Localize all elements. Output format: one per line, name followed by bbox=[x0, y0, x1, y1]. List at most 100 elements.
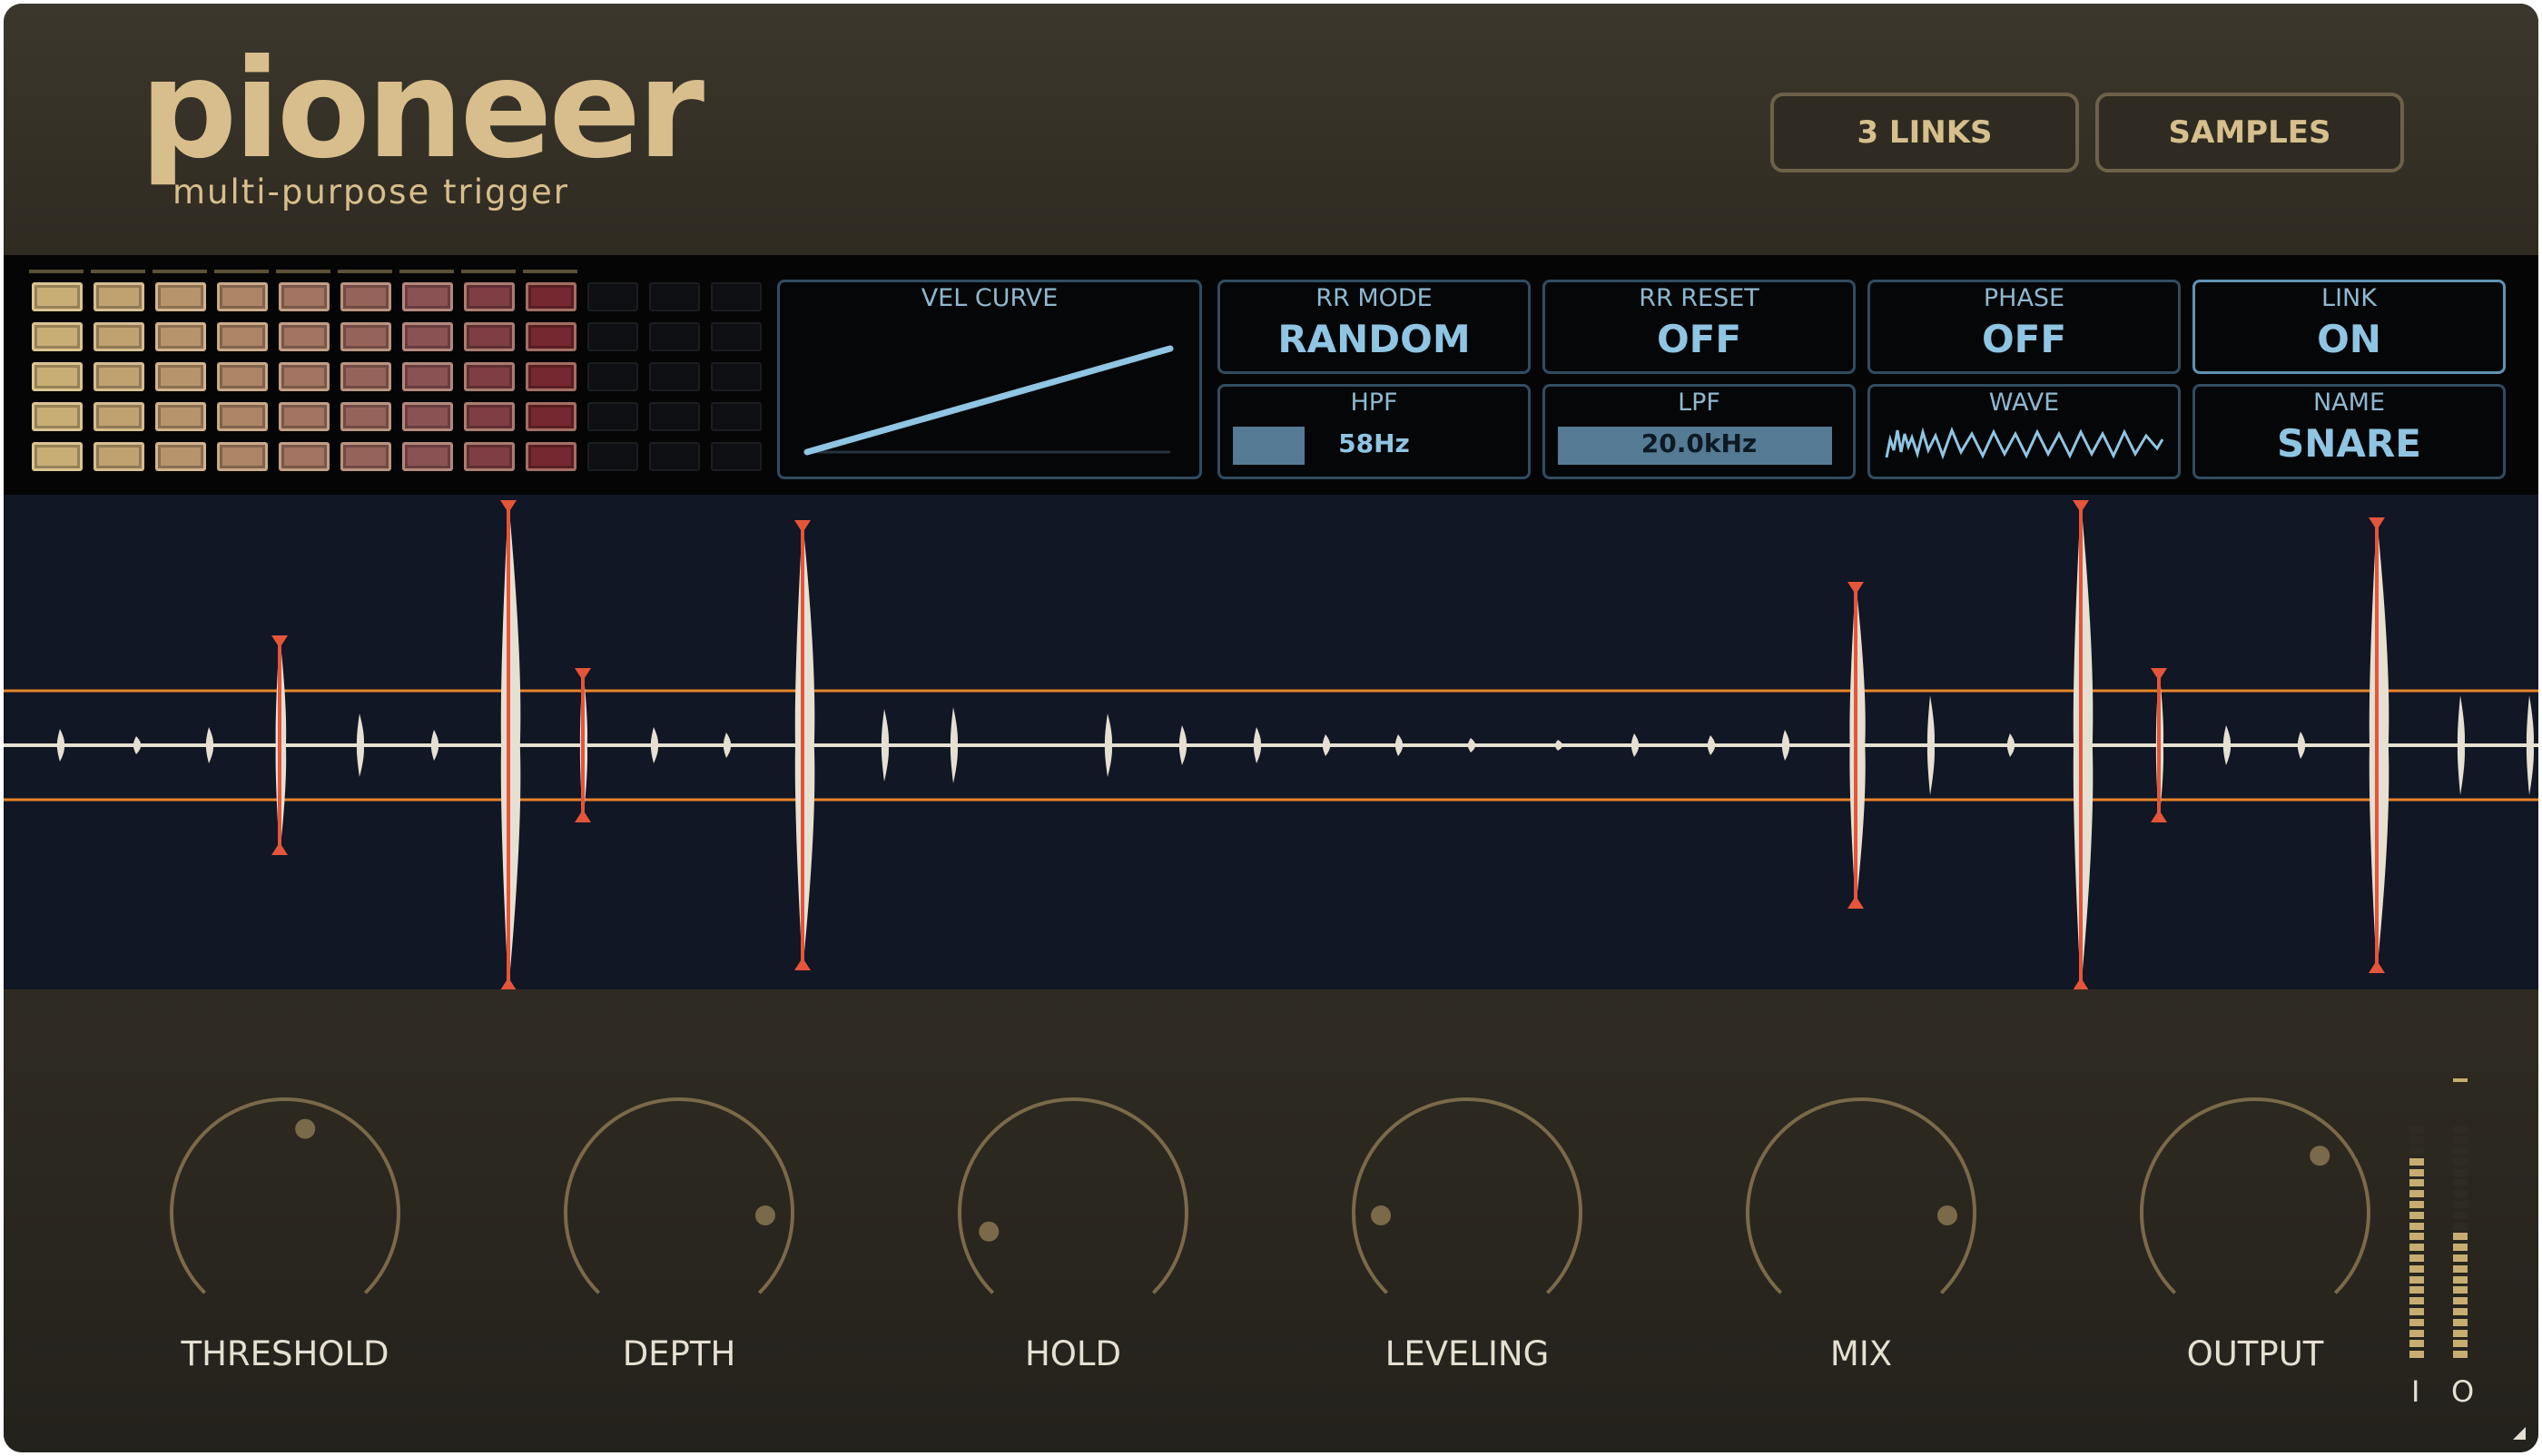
control-strip: VEL CURVE RR MODE RANDOM RR RESET OFF PH… bbox=[4, 255, 2538, 495]
velocity-pad bbox=[155, 322, 206, 351]
trigger-marker-bottom bbox=[500, 978, 517, 989]
mix-knob[interactable] bbox=[1734, 1086, 1988, 1340]
logo-tagline: multi-purpose trigger bbox=[172, 172, 569, 212]
wave-panel[interactable]: WAVE bbox=[1867, 384, 2181, 479]
waveform-transient bbox=[1394, 734, 1403, 756]
rr-mode-panel[interactable]: RR MODE RANDOM bbox=[1217, 280, 1531, 374]
vel-curve-panel[interactable]: VEL CURVE bbox=[777, 280, 1202, 479]
meter-segment bbox=[2453, 1340, 2468, 1348]
velocity-pad bbox=[402, 322, 453, 351]
velocity-pad bbox=[279, 282, 330, 311]
meter-segment bbox=[2453, 1211, 2468, 1219]
velocity-pad bbox=[94, 282, 144, 311]
trigger-marker-top bbox=[2369, 517, 2385, 530]
trigger-marker-top bbox=[1847, 582, 1864, 595]
velocity-pad bbox=[340, 322, 391, 351]
input-meter-label: I bbox=[2411, 1374, 2420, 1409]
hold-knob[interactable] bbox=[946, 1086, 1200, 1340]
header: pioneer multi-purpose trigger 3 LINKS SA… bbox=[4, 4, 2538, 255]
plugin-window: pioneer multi-purpose trigger 3 LINKS SA… bbox=[4, 4, 2538, 1452]
waveform-transient bbox=[881, 709, 889, 782]
meter-segment bbox=[2409, 1147, 2424, 1155]
pad-column-tick bbox=[29, 270, 84, 273]
waveform-transient bbox=[2297, 732, 2305, 759]
velocity-pad bbox=[217, 442, 268, 471]
leveling-knob[interactable] bbox=[1340, 1086, 1594, 1340]
input-meter bbox=[2409, 1126, 2424, 1362]
trigger-marker-bottom bbox=[2369, 960, 2385, 973]
knob-ring bbox=[1746, 1097, 1976, 1294]
velocity-pad bbox=[464, 282, 515, 311]
knob-indicator bbox=[1936, 1205, 1957, 1225]
meter-segment bbox=[2453, 1233, 2468, 1241]
waveform-transient bbox=[2369, 517, 2389, 973]
resize-grip-icon[interactable] bbox=[2513, 1427, 2526, 1440]
waveform-canvas bbox=[4, 500, 2538, 989]
meter-segment bbox=[2409, 1190, 2424, 1198]
waveform-transient bbox=[2222, 725, 2231, 765]
rr-reset-panel[interactable]: RR RESET OFF bbox=[1542, 280, 1856, 374]
meter-segment bbox=[2453, 1222, 2468, 1230]
pad-column-tick bbox=[153, 270, 207, 273]
waveform-transient bbox=[1322, 734, 1330, 756]
velocity-pad bbox=[155, 442, 206, 471]
threshold-knob[interactable] bbox=[158, 1086, 412, 1340]
knob-ring bbox=[170, 1097, 400, 1294]
pad-column-tick bbox=[399, 270, 454, 273]
meter-segment bbox=[2453, 1264, 2468, 1273]
name-value: SNARE bbox=[2277, 421, 2421, 466]
waveform-transient bbox=[723, 733, 731, 758]
meter-segment bbox=[2453, 1147, 2468, 1155]
meter-segment bbox=[2409, 1264, 2424, 1273]
rr-reset-value: OFF bbox=[1656, 317, 1742, 361]
velocity-pad bbox=[94, 322, 144, 351]
meter-segment bbox=[2409, 1340, 2424, 1348]
meter-segment bbox=[2409, 1211, 2424, 1219]
trigger-marker-top bbox=[2151, 668, 2167, 681]
meter-segment bbox=[2453, 1318, 2468, 1326]
meter-segment bbox=[2453, 1126, 2468, 1134]
waveform-transient bbox=[2073, 500, 2094, 989]
lpf-panel[interactable]: LPF 20.0kHz bbox=[1542, 384, 1856, 479]
trigger-marker-top bbox=[271, 635, 288, 648]
meter-segment bbox=[2453, 1201, 2468, 1208]
meter-segment bbox=[2409, 1275, 2424, 1284]
meter-segment bbox=[2409, 1254, 2424, 1262]
waveform-transient bbox=[2006, 733, 2015, 757]
hpf-panel[interactable]: HPF 58Hz bbox=[1217, 384, 1531, 479]
waveform-transient bbox=[1178, 725, 1187, 765]
knob-section: THRESHOLD DEPTH HOLD LEVELING MIX OUTPUT I O bbox=[4, 989, 2538, 1452]
pad-column-tick bbox=[523, 270, 577, 273]
phase-panel[interactable]: PHASE OFF bbox=[1867, 280, 2181, 374]
velocity-pad bbox=[464, 322, 515, 351]
output-meter-label: O bbox=[2451, 1374, 2475, 1409]
trigger-marker-bottom bbox=[794, 958, 811, 970]
depth-knob[interactable] bbox=[552, 1086, 806, 1340]
waveform-display[interactable] bbox=[4, 495, 2538, 989]
name-panel[interactable]: NAME SNARE bbox=[2192, 384, 2506, 479]
velocity-pad bbox=[340, 442, 391, 471]
waveform-transient bbox=[205, 727, 213, 763]
trigger-marker-bottom bbox=[2073, 978, 2089, 989]
velocity-pad bbox=[526, 322, 576, 351]
meter-segment bbox=[2453, 1275, 2468, 1284]
waveform-transient bbox=[56, 729, 64, 762]
waveform-transient bbox=[1849, 582, 1866, 909]
meter-segment bbox=[2409, 1286, 2424, 1294]
output-knob[interactable] bbox=[2128, 1086, 2382, 1340]
link-panel[interactable]: LINK ON bbox=[2192, 280, 2506, 374]
pad-column-tick bbox=[214, 270, 269, 273]
knob-indicator bbox=[754, 1205, 775, 1225]
vel-curve-graph bbox=[803, 345, 1174, 456]
velocity-pad bbox=[711, 282, 762, 311]
knob-label: DEPTH bbox=[622, 1334, 736, 1373]
samples-button[interactable]: SAMPLES bbox=[2095, 93, 2404, 172]
trigger-marker-bottom bbox=[575, 810, 591, 822]
velocity-pad bbox=[279, 402, 330, 431]
pad-column-tick bbox=[91, 270, 145, 273]
links-button[interactable]: 3 LINKS bbox=[1770, 93, 2079, 172]
velocity-pad bbox=[587, 282, 638, 311]
velocity-pad bbox=[94, 362, 144, 391]
waveform-transient bbox=[133, 736, 141, 754]
pad-column-tick bbox=[276, 270, 330, 273]
